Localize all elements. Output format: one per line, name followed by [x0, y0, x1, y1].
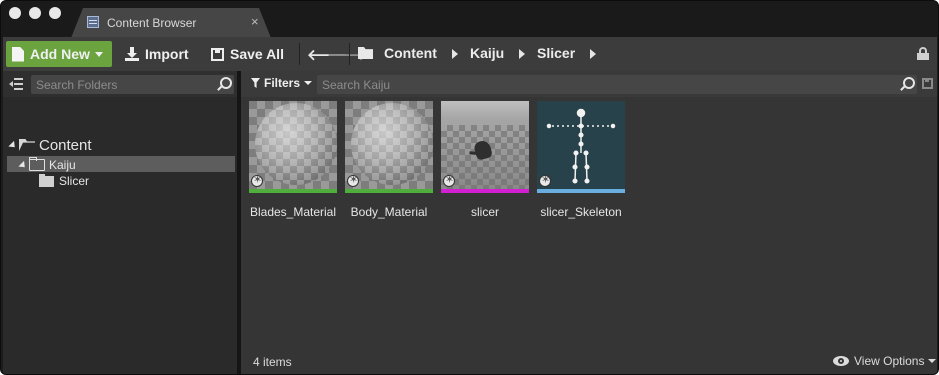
skeletal-mesh-thumbnail: [441, 101, 529, 189]
new-document-icon: [12, 46, 24, 62]
tab-title: Content Browser: [107, 16, 197, 30]
folder-icon: [39, 173, 54, 187]
breadcrumb-separator-icon[interactable]: [452, 49, 458, 59]
tree-item-label: Kaiju: [49, 158, 76, 172]
chevron-down-icon: [304, 81, 313, 85]
eye-icon: [833, 356, 849, 366]
filter-icon: [251, 78, 260, 88]
toolbar-divider: [299, 43, 300, 65]
add-new-label: Add New: [30, 46, 90, 62]
toggle-sources-icon[interactable]: [9, 77, 23, 91]
save-all-label: Save All: [230, 46, 284, 62]
add-new-button[interactable]: Add New: [6, 41, 112, 67]
asset-tile[interactable]: slicer: [441, 101, 529, 219]
toolbar: Add New Import Save All 🡐 🡒 Content Kaij…: [3, 37, 937, 71]
search-folders-input[interactable]: [36, 77, 234, 92]
tree-item-content[interactable]: Content: [8, 136, 92, 154]
folder-open-icon: [19, 139, 35, 151]
search-assets-field[interactable]: [317, 75, 917, 94]
tree-item-label: Slicer: [59, 174, 90, 188]
asset-tile[interactable]: slicer_Skeleton: [537, 101, 625, 219]
minimize-window-button[interactable]: [29, 7, 41, 19]
tree-item-slicer[interactable]: Slicer: [39, 173, 89, 189]
asset-type-color-bar: [249, 189, 337, 193]
skeleton-thumbnail: [537, 101, 625, 189]
maximize-window-button[interactable]: [49, 7, 61, 19]
save-icon: [211, 47, 224, 61]
asset-tile[interactable]: Body_Material: [345, 101, 433, 219]
content-browser-body: Add New Import Save All 🡐 🡒 Content Kaij…: [3, 37, 937, 374]
expand-arrow-icon[interactable]: [8, 140, 18, 150]
asset-type-color-bar: [345, 189, 433, 193]
folder-open-icon: [29, 157, 45, 171]
import-icon: [125, 47, 139, 61]
breadcrumb-separator-icon[interactable]: [519, 49, 525, 59]
material-thumbnail: [345, 101, 433, 189]
asset-type-color-bar: [441, 189, 529, 193]
material-sphere-preview: [255, 103, 337, 185]
filters-button[interactable]: Filters: [251, 76, 313, 90]
breadcrumb-separator-icon[interactable]: [590, 49, 596, 59]
sources-toolbar: [3, 71, 237, 97]
material-sphere-preview: [351, 103, 433, 185]
asset-type-color-bar: [537, 189, 625, 193]
breadcrumb-kaiju[interactable]: Kaiju: [470, 45, 504, 61]
sources-panel: Content Kaiju Slicer: [3, 71, 237, 374]
lock-icon[interactable]: [917, 47, 929, 60]
chevron-down-icon: [94, 51, 103, 57]
assets-panel: Filters Blades_Material: [241, 71, 937, 374]
search-folders-field[interactable]: [31, 75, 234, 94]
asset-badge-icon: [347, 173, 359, 187]
view-options-button[interactable]: View Options: [833, 354, 937, 368]
content-browser-icon: [87, 16, 99, 28]
search-assets-input[interactable]: [322, 77, 917, 92]
tree-item-label: Content: [39, 136, 92, 154]
save-all-button[interactable]: Save All: [211, 41, 284, 67]
title-bar: Content Browser ×: [1, 1, 938, 38]
close-window-button[interactable]: [9, 7, 21, 19]
search-icon[interactable]: [217, 77, 232, 91]
filters-label: Filters: [264, 76, 301, 90]
toolbar-divider: [349, 43, 350, 65]
save-search-icon[interactable]: [922, 78, 933, 89]
item-count: 4 items: [253, 355, 292, 369]
content-browser-window: Content Browser × Add New Import Save Al…: [0, 0, 939, 375]
asset-name: slicer_Skeleton: [540, 205, 622, 219]
import-button[interactable]: Import: [125, 41, 189, 67]
assets-toolbar: Filters: [241, 71, 937, 97]
asset-tile[interactable]: Blades_Material: [249, 101, 337, 219]
chevron-down-icon: [928, 359, 937, 363]
import-label: Import: [145, 46, 189, 62]
asset-badge-icon: [251, 173, 263, 187]
tab-content-browser[interactable]: Content Browser ×: [71, 8, 271, 38]
asset-badge-icon: [443, 173, 455, 187]
asset-badge-icon: [539, 173, 551, 187]
tree-item-kaiju[interactable]: Kaiju: [18, 157, 76, 173]
tab-close-icon[interactable]: ×: [251, 14, 259, 29]
view-options-label: View Options: [854, 354, 925, 368]
material-thumbnail: [249, 101, 337, 189]
search-icon[interactable]: [900, 77, 915, 91]
breadcrumb-slicer[interactable]: Slicer: [537, 45, 575, 61]
expand-arrow-icon[interactable]: [18, 160, 28, 170]
breadcrumb-content[interactable]: Content: [384, 45, 437, 61]
